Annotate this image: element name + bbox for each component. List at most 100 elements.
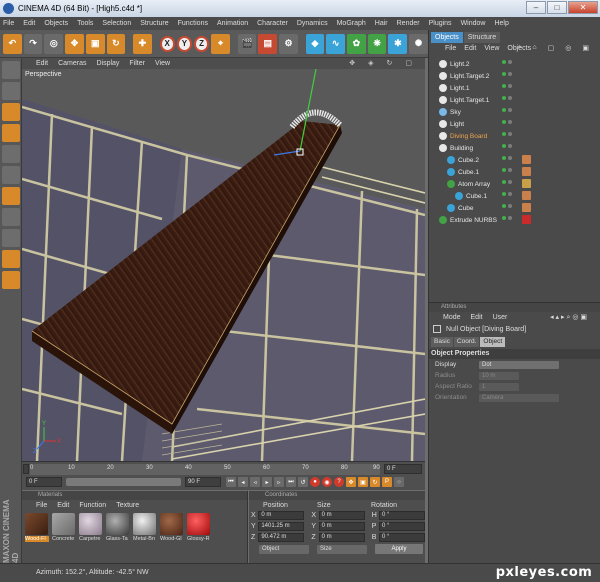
position-key-icon[interactable]: ✥ <box>346 477 356 487</box>
menu-tools[interactable]: Tools <box>77 20 93 27</box>
viewport-rotate-icon[interactable]: ↻ <box>387 59 393 67</box>
menu-character[interactable]: Character <box>257 20 288 27</box>
menu-window[interactable]: Window <box>461 20 486 27</box>
rotation-b-field[interactable]: 0 ° <box>379 533 426 542</box>
materials-menu-function[interactable]: Function <box>79 502 106 509</box>
visibility-dots[interactable] <box>502 192 512 196</box>
visibility-dots[interactable] <box>502 108 512 112</box>
menu-plugins[interactable]: Plugins <box>429 20 452 27</box>
object-tree-row[interactable]: Cube <box>429 202 600 214</box>
visibility-dots[interactable] <box>502 204 512 208</box>
menu-hair[interactable]: Hair <box>375 20 388 27</box>
size-x-field[interactable]: 0 m <box>318 511 365 520</box>
menu-mograph[interactable]: MoGraph <box>337 20 366 27</box>
material-tag-icon[interactable] <box>522 215 531 224</box>
attributes-menu-edit[interactable]: Edit <box>471 314 483 321</box>
materials-menu-edit[interactable]: Edit <box>57 502 69 509</box>
nurbs-icon[interactable]: ✿ <box>347 33 366 54</box>
axis-mode-icon[interactable] <box>2 124 20 142</box>
material-tag-icon[interactable] <box>522 191 531 200</box>
rotation-p-field[interactable]: 0 ° <box>379 522 426 531</box>
spline-icon[interactable]: ∿ <box>326 33 346 54</box>
tab-coord[interactable]: Coord. <box>453 337 480 347</box>
texture-mode-icon[interactable] <box>2 103 20 121</box>
minimize-button[interactable]: – <box>526 1 546 14</box>
visibility-dots[interactable] <box>502 168 512 172</box>
attributes-menu-user[interactable]: User <box>493 314 508 321</box>
record-icon[interactable]: ● <box>310 477 320 487</box>
size-y-field[interactable]: 0 m <box>318 522 365 531</box>
menu-edit[interactable]: Edit <box>23 20 35 27</box>
maximize-button[interactable]: □ <box>547 1 567 14</box>
object-tree-row[interactable]: Light.2 <box>429 58 600 70</box>
object-tree-row[interactable]: Atom Array <box>429 178 600 190</box>
visibility-dots[interactable] <box>502 144 512 148</box>
viewport-menu-cameras[interactable]: Cameras <box>58 60 86 67</box>
material-swatch[interactable]: Glass-Ta <box>106 513 130 542</box>
material-swatch[interactable]: Wood-Gl <box>160 513 184 542</box>
current-frame-field[interactable]: 0 F <box>384 464 422 474</box>
viewport-menu-display[interactable]: Display <box>96 60 119 67</box>
snap-icon[interactable] <box>2 229 20 247</box>
scale-key-icon[interactable]: ▣ <box>358 477 368 487</box>
goto-start-icon[interactable]: ⏮ <box>226 477 236 487</box>
point-level-key-icon[interactable]: ⁘ <box>394 477 404 487</box>
material-tag-icon[interactable] <box>522 167 531 176</box>
objects-menu-view[interactable]: View <box>484 45 499 52</box>
tab-structure[interactable]: Structure <box>463 32 501 43</box>
edges-mode-icon[interactable] <box>2 166 20 184</box>
size-z-field[interactable]: 0 m <box>318 533 365 542</box>
visibility-dots[interactable] <box>502 96 512 100</box>
visibility-dots[interactable] <box>502 60 512 64</box>
tab-objects[interactable]: Objects <box>431 32 463 43</box>
move-icon[interactable]: ✥ <box>65 33 84 54</box>
rotation-h-field[interactable]: 0 ° <box>379 511 426 520</box>
y-axis-lock-button[interactable]: Y <box>176 35 192 52</box>
next-frame-icon[interactable]: ▹ <box>274 477 284 487</box>
scale-icon[interactable]: ▣ <box>85 33 105 54</box>
attribute-nav-icons[interactable]: ◂ ▴ ▸ ⌕ ◎ ▣ <box>550 313 587 322</box>
timeline-ruler[interactable]: 0 10 20 30 40 50 60 70 80 90 <box>30 464 380 475</box>
position-y-field[interactable]: 1401.25 m <box>258 522 305 531</box>
cube-primitive-icon[interactable]: ◆ <box>305 33 325 54</box>
coordinate-system-icon[interactable]: ⌖ <box>211 33 230 54</box>
material-swatch[interactable]: Glossy-R <box>187 513 211 542</box>
menu-file[interactable]: File <box>3 20 14 27</box>
material-tag-icon[interactable] <box>522 155 531 164</box>
viewport-menu-edit[interactable]: Edit <box>36 60 48 67</box>
scene-icon[interactable]: ✱ <box>388 33 408 54</box>
visibility-dots[interactable] <box>502 84 512 88</box>
autokey-icon[interactable]: ◉ <box>322 477 332 487</box>
undo-icon[interactable]: ↶ <box>3 33 22 54</box>
tab-basic[interactable]: Basic <box>431 337 453 347</box>
attributes-menu-mode[interactable]: Mode <box>443 314 461 321</box>
loop-icon[interactable]: ↺ <box>298 477 308 487</box>
tab-object[interactable]: Object <box>480 337 506 347</box>
object-tree-row[interactable]: Cube.1 <box>429 166 600 178</box>
new-panel-icon[interactable]: ▢ <box>548 44 555 52</box>
viewport-pan-icon[interactable]: ✥ <box>349 59 355 67</box>
material-swatch[interactable]: Wood-Fl <box>25 513 49 542</box>
keyframe-selection-icon[interactable]: ? <box>334 477 344 487</box>
close-button[interactable]: ✕ <box>568 1 598 14</box>
material-swatch[interactable]: Metal-Bn <box>133 513 157 542</box>
array-icon[interactable]: ❋ <box>367 33 387 54</box>
end-frame-field[interactable]: 90 F <box>185 477 221 487</box>
rotation-key-icon[interactable]: ↻ <box>370 477 380 487</box>
coordinate-mode-dropdown[interactable]: Object <box>259 544 309 554</box>
viewport-maximize-icon[interactable]: ▢ <box>405 59 412 67</box>
goto-end-icon[interactable]: ⏭ <box>286 477 296 487</box>
model-mode-icon[interactable] <box>2 61 20 79</box>
radius-field[interactable]: 10 m <box>479 371 519 380</box>
position-x-field[interactable]: 0 m <box>258 511 305 520</box>
visibility-dots[interactable] <box>502 156 512 160</box>
lock-icon[interactable]: ◎ <box>565 44 571 52</box>
menu-animation[interactable]: Animation <box>217 20 248 27</box>
size-mode-dropdown[interactable]: Size <box>317 544 367 554</box>
aspect-ratio-field[interactable]: 1 <box>479 382 519 391</box>
prev-frame-icon[interactable]: ◃ <box>250 477 260 487</box>
position-z-field[interactable]: 90.472 m <box>258 533 305 542</box>
objects-menu-edit[interactable]: Edit <box>464 45 476 52</box>
object-tree-row[interactable]: Cube.2 <box>429 154 600 166</box>
workplane-icon[interactable] <box>2 250 20 268</box>
